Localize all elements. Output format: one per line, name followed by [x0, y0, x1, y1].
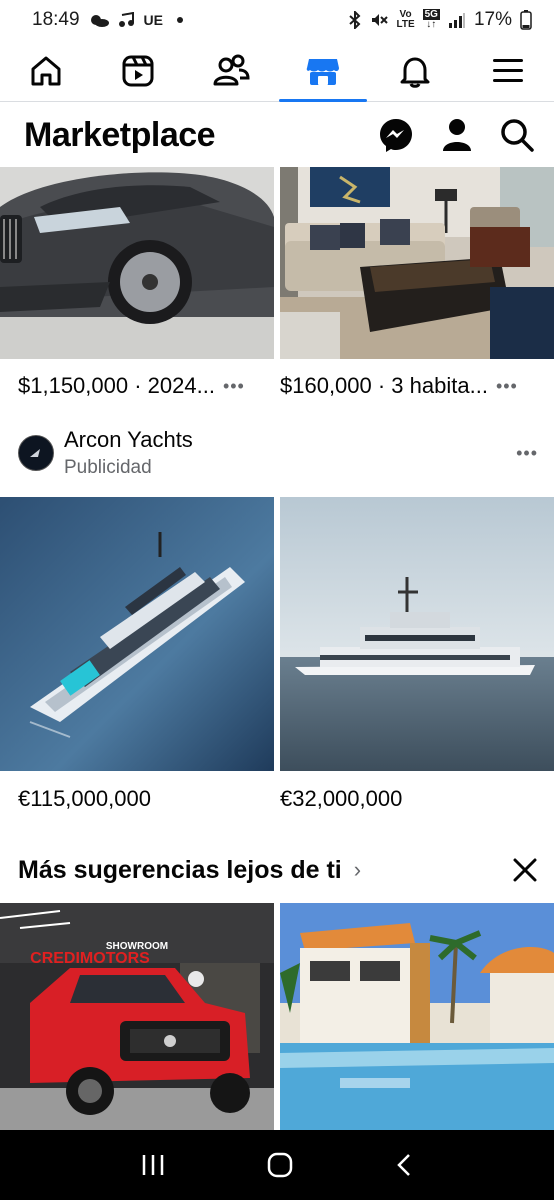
- close-icon[interactable]: [512, 857, 538, 883]
- marketplace-header: Marketplace: [0, 103, 554, 167]
- battery-icon: [520, 10, 532, 30]
- listing-house-image[interactable]: [280, 903, 554, 1131]
- advertiser-info: Arcon Yachts Publicidad: [64, 427, 508, 479]
- yacht-logo-icon: [30, 449, 40, 457]
- listing-price: $1,150,000 · 2024...: [18, 373, 215, 398]
- home-icon: [31, 56, 61, 85]
- advertiser-name[interactable]: Arcon Yachts: [64, 427, 508, 453]
- profile-icon[interactable]: [442, 118, 472, 152]
- status-time: 18:49: [32, 9, 80, 30]
- battery-percent: 17%: [473, 9, 512, 30]
- sponsored-header[interactable]: Arcon Yachts Publicidad •••: [18, 420, 538, 486]
- suggestions-header: Más sugerencias lejos de ti ›: [18, 848, 538, 892]
- search-icon[interactable]: [500, 118, 534, 152]
- back-icon[interactable]: [394, 1152, 414, 1178]
- volte-icon: Vo LTE: [396, 9, 415, 30]
- listing-yacht-1-price-row[interactable]: €115,000,000: [18, 783, 270, 815]
- listing-price: €32,000,000: [280, 786, 403, 811]
- chevron-right-icon[interactable]: ›: [354, 857, 361, 883]
- nav-marketplace[interactable]: [277, 40, 369, 102]
- recent-apps-icon[interactable]: [140, 1153, 166, 1177]
- nav-home[interactable]: [0, 40, 92, 101]
- notification-dot: [177, 17, 183, 23]
- status-left: 18:49 UE: [32, 9, 183, 31]
- marketplace-icon: [306, 58, 340, 85]
- signal-icon: [448, 13, 465, 28]
- ad-more-options-icon[interactable]: •••: [516, 443, 538, 464]
- header-icons: [378, 117, 534, 153]
- friends-icon: [213, 54, 250, 85]
- network-label: 5G: [422, 9, 440, 20]
- listing-yacht-2-price-row[interactable]: €32,000,000: [280, 783, 544, 815]
- listing-yacht-1-image[interactable]: [0, 497, 274, 771]
- dealer-sign-line2: CREDIMOTORS: [30, 950, 150, 967]
- listing-price: €115,000,000: [18, 786, 151, 811]
- listing-truck-image[interactable]: SHOWROOM CREDIMOTORS: [0, 903, 274, 1131]
- section-title[interactable]: Más sugerencias lejos de ti: [18, 856, 342, 885]
- nav-reels[interactable]: [92, 40, 184, 101]
- listing-livingroom-price-row[interactable]: $160,000 · 3 habita... •••: [280, 370, 544, 402]
- listing-car-image[interactable]: [0, 167, 274, 359]
- bell-icon: [400, 57, 430, 88]
- listing-car-price-row[interactable]: $1,150,000 · 2024... •••: [18, 370, 270, 402]
- nav-notifications[interactable]: [369, 40, 461, 101]
- sponsored-label: Publicidad: [64, 457, 152, 478]
- page-title: Marketplace: [24, 115, 216, 154]
- weather-icon: [90, 15, 109, 27]
- nav-menu[interactable]: [462, 40, 554, 101]
- status-right: Vo LTE 5G ↓↑ 17%: [348, 9, 532, 31]
- mute-icon: [372, 14, 389, 26]
- more-options-icon[interactable]: •••: [223, 376, 245, 397]
- menu-icon: [492, 58, 523, 82]
- top-nav: [0, 40, 554, 102]
- music-icon: [118, 12, 134, 27]
- network-type: 5G ↓↑: [422, 9, 440, 30]
- more-options-icon[interactable]: •••: [496, 376, 518, 397]
- listing-yacht-2-image[interactable]: [280, 497, 554, 771]
- advertiser-avatar[interactable]: [18, 435, 54, 471]
- reels-icon: [122, 55, 154, 86]
- listing-livingroom-image[interactable]: [280, 167, 554, 359]
- nav-friends[interactable]: [185, 40, 277, 101]
- bluetooth-icon: [349, 11, 361, 29]
- status-carrier: UE: [143, 12, 163, 28]
- listing-price: $160,000 · 3 habita...: [280, 373, 488, 398]
- messenger-icon[interactable]: [378, 117, 414, 153]
- home-button-icon[interactable]: [266, 1151, 294, 1179]
- system-navigation-bar: [0, 1130, 554, 1200]
- status-bar: 18:49 UE Vo LTE 5G ↓↑ 17%: [0, 0, 554, 40]
